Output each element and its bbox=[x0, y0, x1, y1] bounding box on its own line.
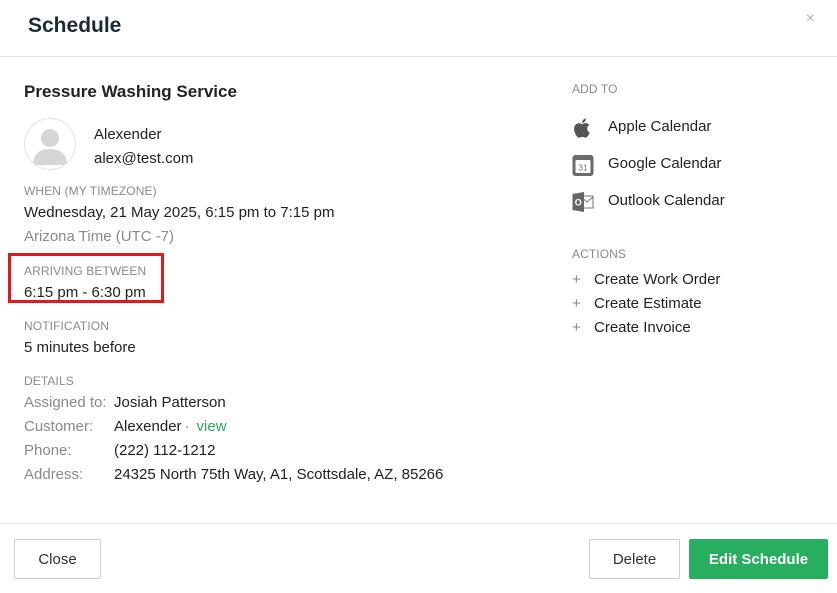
actions-list: + Create Work Order + Create Estimate + … bbox=[572, 271, 812, 343]
add-to-label: ADD TO bbox=[572, 82, 618, 96]
phone-row: Phone: (222) 112-1212 bbox=[24, 442, 544, 466]
schedule-modal: Schedule × Pressure Washing Service Alex… bbox=[0, 0, 837, 592]
contact-card: Alexender alex@test.com bbox=[24, 118, 544, 178]
apple-calendar-link[interactable]: Apple Calendar bbox=[572, 116, 812, 153]
outlook-calendar-label: Outlook Calendar bbox=[608, 192, 725, 209]
view-customer-link[interactable]: view bbox=[197, 418, 227, 435]
apple-icon bbox=[574, 118, 590, 138]
arriving-section: ARRIVING BETWEEN 6:15 pm - 6:30 pm bbox=[8, 253, 164, 303]
create-invoice-link[interactable]: + Create Invoice bbox=[572, 319, 812, 343]
create-work-order-label: Create Work Order bbox=[594, 271, 721, 288]
avatar bbox=[24, 118, 76, 170]
create-estimate-link[interactable]: + Create Estimate bbox=[572, 295, 812, 319]
assigned-row: Assigned to: Josiah Patterson bbox=[24, 394, 544, 418]
customer-row: Customer: Alexender · view bbox=[24, 418, 544, 442]
customer-label: Customer: bbox=[24, 418, 94, 435]
schedule-details-panel: Pressure Washing Service Alexender alex@… bbox=[8, 82, 544, 483]
create-estimate-label: Create Estimate bbox=[594, 295, 702, 312]
notification-section: NOTIFICATION 5 minutes before bbox=[24, 319, 136, 356]
service-title: Pressure Washing Service bbox=[24, 82, 237, 101]
details-label: DETAILS bbox=[24, 374, 74, 388]
outlook-icon: O bbox=[572, 192, 594, 212]
assigned-label: Assigned to: bbox=[24, 394, 107, 411]
modal-header: Schedule × bbox=[0, 0, 837, 57]
apple-calendar-label: Apple Calendar bbox=[608, 118, 712, 135]
assigned-value: Josiah Patterson bbox=[114, 394, 226, 411]
modal-title: Schedule bbox=[28, 14, 122, 37]
address-value: 24325 North 75th Way, A1, Scottsdale, AZ… bbox=[114, 466, 444, 483]
google-calendar-icon-text: 31 bbox=[579, 164, 588, 173]
timezone-text: Arizona Time (UTC -7) bbox=[24, 228, 175, 245]
google-calendar-link[interactable]: 31 Google Calendar bbox=[572, 153, 812, 190]
close-icon[interactable]: × bbox=[806, 10, 815, 28]
when-label: WHEN (MY TIMEZONE) bbox=[24, 184, 157, 198]
customer-value-wrap: Alexender · view bbox=[114, 418, 227, 435]
delete-button[interactable]: Delete bbox=[589, 539, 680, 579]
side-panel: ADD TO Apple Calendar 31 Google Calendar bbox=[572, 82, 812, 343]
separator-dot: · bbox=[184, 418, 190, 435]
highlight-box bbox=[8, 253, 164, 303]
notification-label: NOTIFICATION bbox=[24, 319, 109, 333]
create-invoice-label: Create Invoice bbox=[594, 319, 691, 336]
phone-label: Phone: bbox=[24, 442, 72, 459]
outlook-calendar-link[interactable]: O Outlook Calendar bbox=[572, 190, 812, 227]
customer-value: Alexender bbox=[114, 418, 182, 435]
when-section: WHEN (MY TIMEZONE) Wednesday, 21 May 202… bbox=[24, 184, 334, 245]
actions-label: ACTIONS bbox=[572, 247, 627, 261]
plus-icon: + bbox=[572, 295, 581, 312]
google-calendar-label: Google Calendar bbox=[608, 155, 722, 172]
plus-icon: + bbox=[572, 271, 581, 288]
edit-schedule-button[interactable]: Edit Schedule bbox=[689, 539, 828, 579]
contact-email: alex@test.com bbox=[94, 150, 194, 167]
modal-footer: Close Delete Edit Schedule bbox=[0, 523, 837, 593]
phone-value: (222) 112-1212 bbox=[114, 442, 216, 459]
address-row: Address: 24325 North 75th Way, A1, Scott… bbox=[24, 466, 544, 490]
user-placeholder-icon bbox=[33, 129, 67, 165]
notification-value: 5 minutes before bbox=[24, 339, 136, 356]
plus-icon: + bbox=[572, 319, 581, 336]
address-label: Address: bbox=[24, 466, 84, 483]
close-button[interactable]: Close bbox=[14, 539, 101, 579]
create-work-order-link[interactable]: + Create Work Order bbox=[572, 271, 812, 295]
google-calendar-icon: 31 bbox=[572, 155, 594, 176]
contact-name: Alexender bbox=[94, 126, 162, 143]
when-datetime: Wednesday, 21 May 2025, 6:15 pm to 7:15 … bbox=[24, 204, 335, 221]
details-section: DETAILS Assigned to: Josiah Patterson Cu… bbox=[24, 374, 544, 490]
calendar-list: Apple Calendar 31 Google Calendar O Outl… bbox=[572, 116, 812, 227]
outlook-icon-text: O bbox=[575, 198, 582, 208]
